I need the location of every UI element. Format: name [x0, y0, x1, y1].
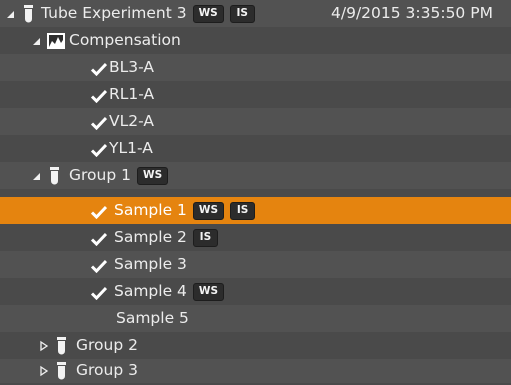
checkmark-icon: [90, 61, 108, 76]
experiment-tree: Tube Experiment 3 WS IS 4/9/2015 3:35:50…: [0, 0, 511, 385]
sample-label: Sample 4: [114, 281, 187, 300]
group-2-label: Group 2: [76, 335, 138, 354]
sample-label: Sample 5: [116, 308, 189, 327]
test-tube-icon: [22, 4, 35, 23]
checkmark-icon: [90, 258, 108, 273]
expanded-triangle-icon[interactable]: [30, 35, 42, 47]
test-tube-icon: [48, 166, 61, 185]
compensation-chart-icon: [47, 32, 65, 49]
checkmark-icon: [90, 142, 108, 157]
compensation-label: Compensation: [69, 30, 181, 49]
tree-row-compensation-item[interactable]: VL2-A: [0, 108, 511, 135]
ws-badge: WS: [192, 282, 225, 301]
sample-label: Sample 1: [114, 200, 187, 219]
compensation-item-label: YL1-A: [109, 138, 153, 157]
tree-row-sample[interactable]: Sample 4 WS: [0, 278, 511, 305]
tree-row-tube-experiment[interactable]: Tube Experiment 3 WS IS 4/9/2015 3:35:50…: [0, 0, 511, 27]
expanded-triangle-icon[interactable]: [30, 170, 42, 182]
tree-row-compensation-item[interactable]: YL1-A: [0, 135, 511, 162]
compensation-item-label: VL2-A: [109, 111, 154, 130]
collapsed-triangle-icon[interactable]: [38, 340, 50, 352]
compensation-item-label: RL1-A: [109, 84, 155, 103]
checkmark-icon: [90, 204, 108, 219]
is-badge: IS: [230, 201, 256, 220]
tree-row-sample[interactable]: Sample 5: [0, 305, 511, 332]
group-1-label: Group 1: [69, 165, 131, 184]
is-badge: IS: [192, 228, 218, 247]
test-tube-icon: [55, 336, 68, 355]
is-badge: IS: [229, 4, 255, 23]
tree-row-compensation-item[interactable]: RL1-A: [0, 81, 511, 108]
sample-label: Sample 2: [114, 227, 187, 246]
experiment-timestamp: 4/9/2015 3:35:50 PM: [331, 4, 493, 22]
ws-badge: WS: [136, 166, 169, 185]
tree-row-sample[interactable]: Sample 2 IS: [0, 224, 511, 251]
tube-experiment-label: Tube Experiment 3: [41, 3, 187, 22]
ws-badge: WS: [192, 201, 225, 220]
checkmark-icon: [90, 231, 108, 246]
test-tube-icon: [55, 362, 68, 380]
tree-row-group-3[interactable]: Group 3: [0, 359, 511, 383]
tree-row-sample-selected[interactable]: Sample 1 WS IS: [0, 197, 511, 224]
ws-badge: WS: [192, 4, 224, 23]
checkmark-icon: [90, 115, 108, 130]
expanded-triangle-icon[interactable]: [4, 8, 16, 20]
tree-row-compensation-item[interactable]: BL3-A: [0, 54, 511, 81]
tree-row-compensation[interactable]: Compensation: [0, 27, 511, 54]
tree-row-sample[interactable]: Sample 3: [0, 251, 511, 278]
collapsed-triangle-icon[interactable]: [38, 365, 50, 377]
checkmark-icon: [90, 88, 108, 103]
compensation-item-label: BL3-A: [109, 57, 154, 76]
tree-row-group-2[interactable]: Group 2: [0, 332, 511, 359]
tree-row-group-1[interactable]: Group 1 WS: [0, 162, 511, 189]
checkmark-icon: [90, 285, 108, 300]
group-3-label: Group 3: [76, 361, 138, 380]
sample-label: Sample 3: [114, 254, 187, 273]
